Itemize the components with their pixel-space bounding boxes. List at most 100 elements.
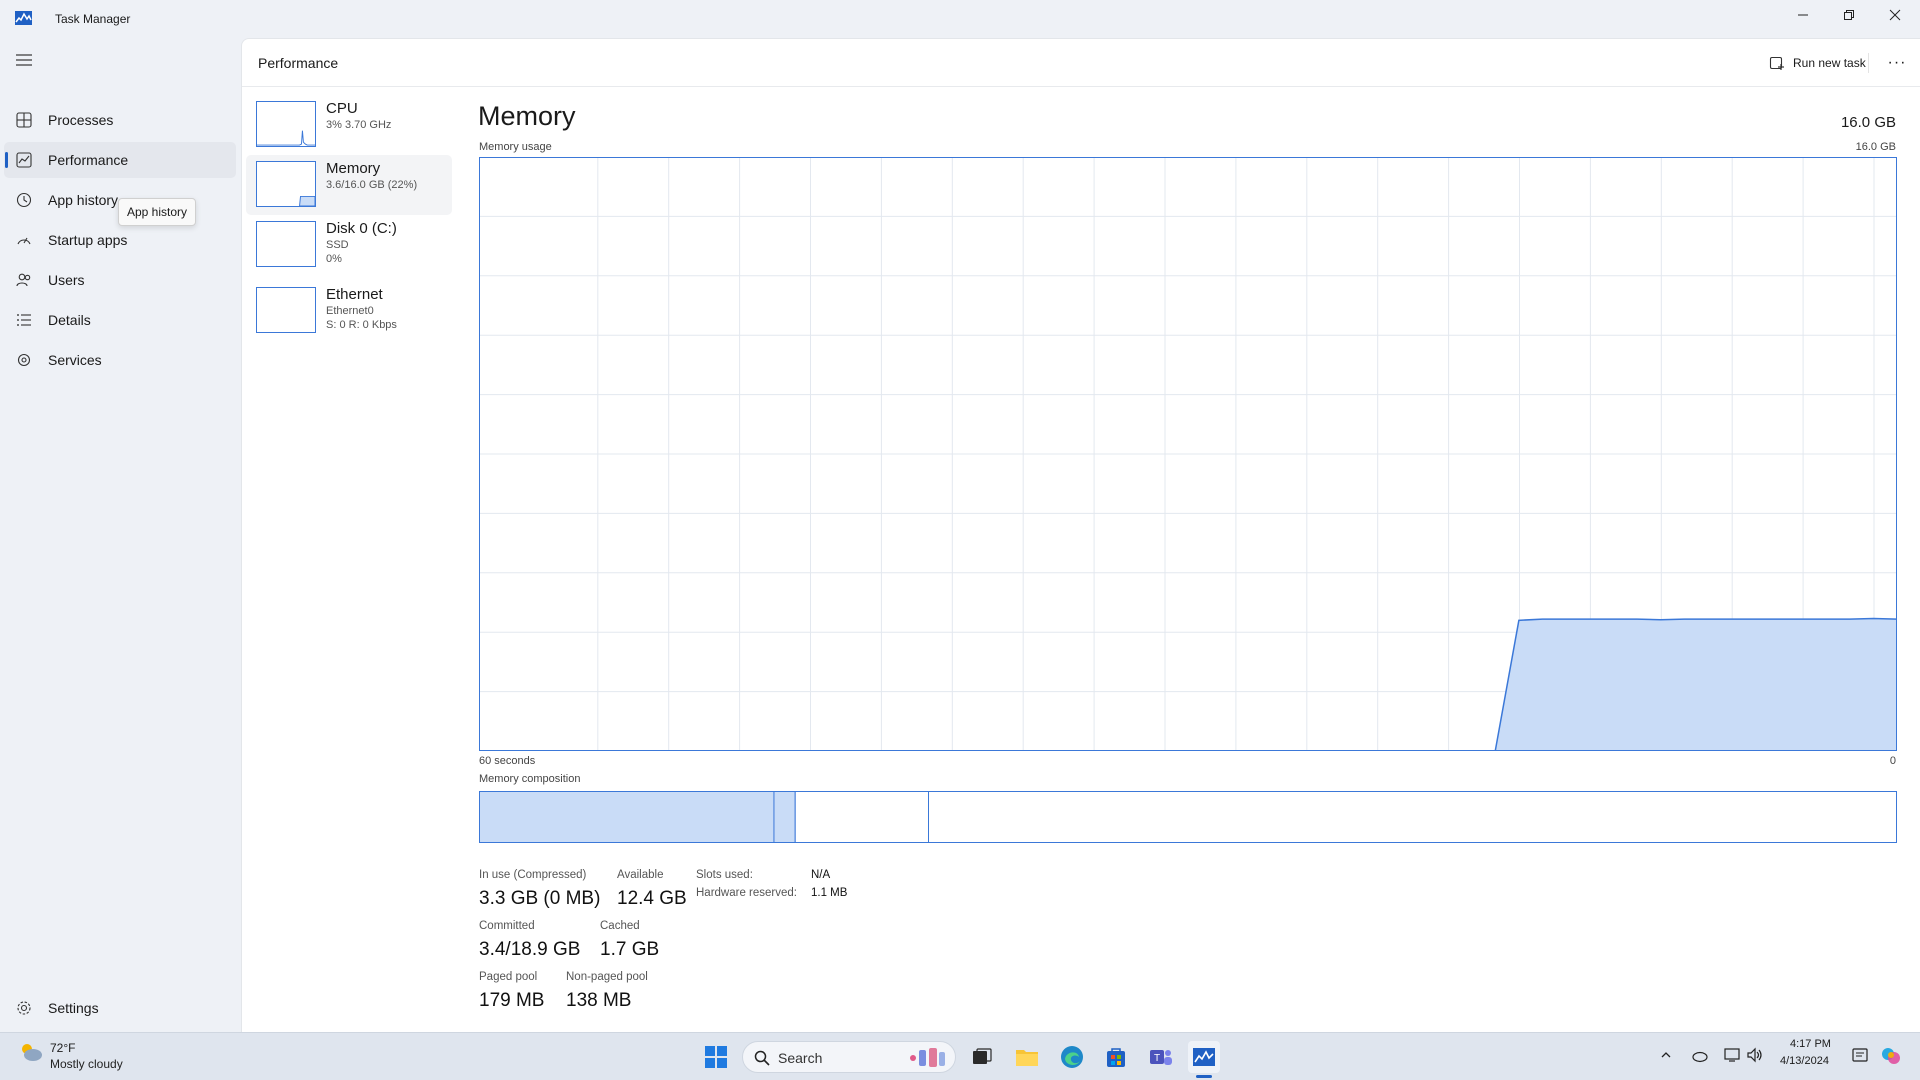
search-highlight-icon: [910, 1048, 945, 1067]
edge-browser-button[interactable]: [1056, 1041, 1088, 1073]
device-cpu[interactable]: CPU 3% 3.70 GHz: [246, 95, 452, 155]
graph-time-right: 0: [1889, 755, 1896, 767]
task-manager-logo-icon: [15, 11, 32, 25]
memory-thumbnail-graph: [256, 161, 316, 207]
search-placeholder: Search: [778, 1050, 823, 1066]
available-value: 12.4 GB: [617, 888, 687, 909]
weather-condition: Mostly cloudy: [50, 1057, 123, 1071]
sidebar-item-processes[interactable]: Processes: [4, 102, 236, 138]
memory-usage-area: [1495, 618, 1897, 751]
device-detail: 3.6/16.0 GB (22%): [326, 179, 418, 191]
device-detail: S: 0 R: 0 Kbps: [326, 319, 397, 331]
device-detail: 0%: [326, 253, 342, 265]
teams-icon: T: [1150, 1050, 1172, 1065]
network-icon[interactable]: [1724, 1047, 1742, 1063]
committed-label: Committed: [479, 920, 535, 932]
taskbar: 72°F Mostly cloudy Search T 4:17 PM 4/13…: [0, 1032, 1920, 1080]
tooltip: App history: [118, 198, 197, 226]
active-indicator: [5, 152, 8, 168]
copilot-icon[interactable]: [1880, 1045, 1902, 1067]
composition-free: [928, 791, 1897, 843]
device-detail: SSD: [326, 239, 349, 251]
history-clock-icon: [16, 192, 32, 208]
windows-start-icon: [705, 1046, 727, 1068]
folder-icon: [1016, 1050, 1038, 1066]
sidebar-item-performance[interactable]: Performance: [4, 142, 236, 178]
file-explorer-button[interactable]: [1011, 1041, 1043, 1073]
processes-grid-icon: [16, 112, 32, 128]
page-header: Performance Run new task ···: [242, 39, 1920, 87]
sidebar-item-details[interactable]: Details: [4, 302, 236, 338]
services-puzzle-icon: [17, 353, 31, 367]
in-use-label: In use (Compressed): [479, 869, 587, 881]
onedrive-cloud-icon[interactable]: [1690, 1047, 1708, 1063]
chevron-up-icon[interactable]: [1660, 1049, 1672, 1061]
sidebar-item-startup-apps[interactable]: Startup apps: [4, 222, 236, 258]
weather-temperature: 72°F: [50, 1041, 76, 1055]
sidebar-item-label: App history: [48, 192, 119, 208]
search-icon: [754, 1050, 770, 1066]
main-panel: Performance Run new task ··· CPU 3% 3.70…: [241, 38, 1920, 1032]
microsoft-store-button[interactable]: [1100, 1041, 1132, 1073]
hamburger-menu-icon[interactable]: [16, 54, 32, 66]
close-button[interactable]: [1872, 0, 1918, 30]
cloudy-weather-icon: [22, 1044, 42, 1061]
task-manager-icon: [1193, 1048, 1215, 1066]
volume-icon[interactable]: [1746, 1047, 1764, 1063]
in-use-value: 3.3 GB (0 MB): [479, 888, 601, 909]
restore-icon: [1844, 10, 1854, 20]
device-disk[interactable]: Disk 0 (C:) SSD 0%: [246, 215, 452, 275]
device-name: CPU: [326, 100, 358, 117]
clock-time[interactable]: 4:17 PM: [1790, 1038, 1831, 1050]
svg-text:T: T: [1154, 1053, 1160, 1064]
sidebar-item-label: Services: [48, 352, 102, 368]
device-memory[interactable]: Memory 3.6/16.0 GB (22%): [246, 155, 452, 215]
users-icon: [16, 273, 31, 287]
start-button[interactable]: [700, 1041, 732, 1073]
details-list-icon: [17, 314, 31, 326]
startup-speedometer-icon: [17, 237, 31, 245]
run-new-task-label: Run new task: [1793, 56, 1866, 70]
task-manager-taskbar-button[interactable]: [1188, 1041, 1220, 1073]
sidebar-item-label: Settings: [48, 1000, 99, 1016]
cached-value: 1.7 GB: [600, 939, 660, 960]
clock-date[interactable]: 4/13/2024: [1780, 1055, 1829, 1067]
hardware-reserved-value: 1.1 MB: [811, 887, 848, 899]
teams-button[interactable]: T: [1145, 1041, 1177, 1073]
title-bar: Task Manager: [0, 0, 1920, 38]
run-new-task-button[interactable]: Run new task: [1759, 48, 1876, 78]
device-ethernet[interactable]: Ethernet Ethernet0 S: 0 R: 0 Kbps: [246, 281, 452, 341]
paged-pool-label: Paged pool: [479, 971, 538, 983]
window-title: Task Manager: [55, 12, 131, 26]
sidebar-item-label: Details: [48, 312, 91, 328]
more-options-button[interactable]: ···: [1882, 48, 1912, 78]
taskbar-search-box[interactable]: Search: [742, 1041, 956, 1073]
memory-composition-bar: [479, 791, 1897, 843]
composition-standby: [794, 791, 930, 843]
cached-label: Cached: [600, 920, 640, 932]
sidebar-item-settings[interactable]: Settings: [4, 990, 236, 1026]
minimize-button[interactable]: [1780, 0, 1826, 30]
memory-usage-max: 16.0 GB: [1855, 141, 1896, 153]
sidebar-item-users[interactable]: Users: [4, 262, 236, 298]
composition-modified: [773, 791, 796, 843]
available-label: Available: [617, 869, 664, 881]
edge-browser-icon: [1061, 1046, 1083, 1068]
weather-widget[interactable]: 72°F Mostly cloudy: [18, 1041, 123, 1071]
slots-used-label: Slots used:: [696, 869, 753, 881]
gear-icon: [17, 1001, 31, 1015]
committed-value: 3.4/18.9 GB: [479, 939, 581, 960]
minimize-icon: [1798, 14, 1808, 16]
notification-icon[interactable]: [1852, 1047, 1868, 1063]
hardware-reserved-label: Hardware reserved:: [696, 887, 797, 899]
composition-in-use: [479, 791, 775, 843]
sidebar-item-label: Startup apps: [48, 232, 128, 248]
header-divider: [1868, 53, 1869, 73]
sidebar-item-services[interactable]: Services: [4, 342, 236, 378]
slots-used-value: N/A: [811, 869, 831, 881]
restore-button[interactable]: [1826, 0, 1872, 30]
device-detail: 3% 3.70 GHz: [326, 119, 392, 131]
device-name: Memory: [326, 160, 381, 177]
task-view-button[interactable]: [966, 1041, 998, 1073]
memory-usage-graph: [479, 157, 1897, 751]
